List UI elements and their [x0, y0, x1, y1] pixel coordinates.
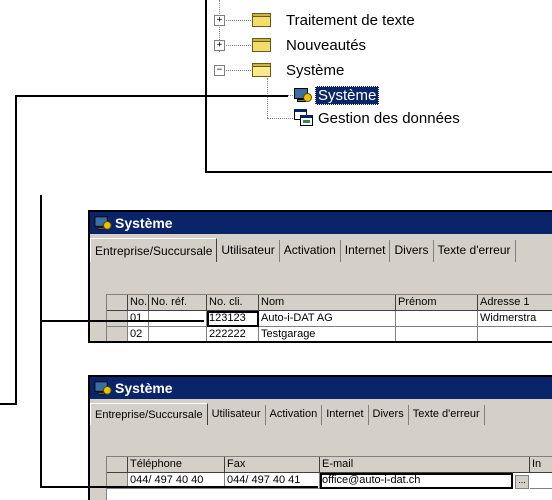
window-title: Système	[115, 215, 173, 231]
row-indicator-header	[107, 295, 128, 311]
folder-icon	[252, 13, 272, 27]
data-management-icon	[294, 109, 314, 127]
column-header[interactable]: No.	[128, 295, 149, 311]
tab-divers[interactable]: Divers	[368, 405, 409, 425]
tree-item-label: Traitement de texte	[286, 11, 415, 29]
table-cell[interactable]: 02	[128, 327, 149, 341]
expand-toggle[interactable]: +	[214, 40, 225, 51]
column-header[interactable]: Téléphone	[128, 457, 225, 473]
tab-texte-d-erreur[interactable]: Texte d'erreur	[433, 240, 516, 262]
connector-line	[0, 403, 17, 405]
table-cell-highlighted[interactable]: 123123	[207, 311, 259, 327]
tree-item-traitement-de-texte[interactable]: Traitement de texte	[252, 9, 415, 31]
tab-utilisateur[interactable]: Utilisateur	[207, 405, 266, 425]
table-cell[interactable]	[149, 311, 207, 327]
column-header[interactable]: E-mail	[320, 457, 530, 473]
systeme-window-1: Système Entreprise/Succursale Utilisateu…	[88, 210, 552, 343]
title-bar: Système	[90, 212, 552, 234]
ellipsis-button[interactable]: ...	[515, 475, 529, 489]
tree-item-label: Système	[286, 61, 345, 79]
row-indicator-header	[107, 457, 128, 473]
system-icon	[294, 87, 312, 103]
column-header[interactable]: Prénom	[396, 295, 478, 311]
connector-line	[15, 95, 17, 403]
column-header[interactable]: In	[530, 457, 552, 473]
tree-item-label-selected: Système	[315, 85, 380, 105]
title-bar: Système	[90, 377, 552, 399]
tab-entreprise-succursale[interactable]: Entreprise/Succursale	[90, 238, 218, 262]
table-cell-highlighted[interactable]: office@auto-i-dat.ch	[320, 473, 513, 489]
tab-internet[interactable]: Internet	[340, 240, 391, 262]
tree-item-label: Nouveautés	[286, 36, 367, 54]
table-cell[interactable]: Testgarage	[259, 327, 396, 341]
table-cell[interactable]	[530, 473, 552, 489]
tab-activation[interactable]: Activation	[265, 405, 323, 425]
data-grid: Téléphone Fax E-mail In 044/ 497 40 40 0…	[106, 456, 552, 500]
table-cell[interactable]	[396, 327, 478, 341]
tree-item-systeme-folder[interactable]: Système	[252, 59, 344, 81]
tab-texte-d-erreur[interactable]: Texte d'erreur	[408, 405, 485, 425]
expand-toggle[interactable]: +	[214, 15, 225, 26]
tree-item-label: Gestion des données	[318, 109, 460, 127]
row-indicator[interactable]	[107, 327, 128, 341]
system-icon	[94, 215, 112, 230]
table-cell[interactable]: Auto-i-DAT AG	[259, 311, 396, 327]
tree-item-gestion-des-donnees[interactable]: Gestion des données	[294, 107, 460, 129]
table-cell[interactable]: 222222	[207, 327, 259, 341]
tab-internet[interactable]: Internet	[322, 405, 369, 425]
column-header[interactable]: No. cli.	[207, 295, 259, 311]
table-cell[interactable]	[478, 327, 552, 341]
system-icon	[94, 380, 112, 395]
column-header[interactable]: Nom	[259, 295, 396, 311]
table-cell[interactable]	[149, 327, 207, 341]
tree-item-nouveautes[interactable]: Nouveautés	[252, 34, 366, 56]
connector-line	[40, 195, 42, 488]
tab-entreprise-succursale[interactable]: Entreprise/Succursale	[90, 403, 208, 425]
tree-panel: + + − Traitement de texte Nouveautés Sys…	[205, 0, 552, 173]
row-indicator[interactable]	[107, 311, 128, 327]
tab-activation[interactable]: Activation	[279, 240, 341, 262]
column-header[interactable]: Fax	[225, 457, 320, 473]
tab-utilisateur[interactable]: Utilisateur	[217, 240, 280, 262]
column-header[interactable]: Adresse 1	[478, 295, 552, 311]
window-title: Système	[115, 380, 173, 396]
connector-line	[15, 95, 288, 97]
tree-connector	[267, 78, 268, 118]
column-header[interactable]: No. réf.	[149, 295, 207, 311]
tab-divers[interactable]: Divers	[390, 240, 434, 262]
table-cell[interactable]: Widmerstra	[478, 311, 552, 327]
data-grid: No. No. réf. No. cli. Nom Prénom Adresse…	[106, 294, 552, 341]
tab-bar: Entreprise/Succursale Utilisateur Activa…	[90, 403, 485, 425]
tree-connector	[267, 118, 293, 119]
table-cell[interactable]: 01	[128, 311, 149, 327]
systeme-window-2: Système Entreprise/Succursale Utilisateu…	[88, 375, 552, 500]
connector-line	[40, 486, 318, 488]
folder-icon	[252, 38, 272, 52]
table-cell[interactable]	[396, 311, 478, 327]
tree-item-systeme[interactable]: Système	[294, 84, 380, 106]
collapse-toggle[interactable]: −	[214, 65, 225, 76]
connector-line	[40, 320, 204, 322]
tab-bar: Entreprise/Succursale Utilisateur Activa…	[90, 238, 516, 262]
open-folder-icon	[252, 63, 272, 77]
